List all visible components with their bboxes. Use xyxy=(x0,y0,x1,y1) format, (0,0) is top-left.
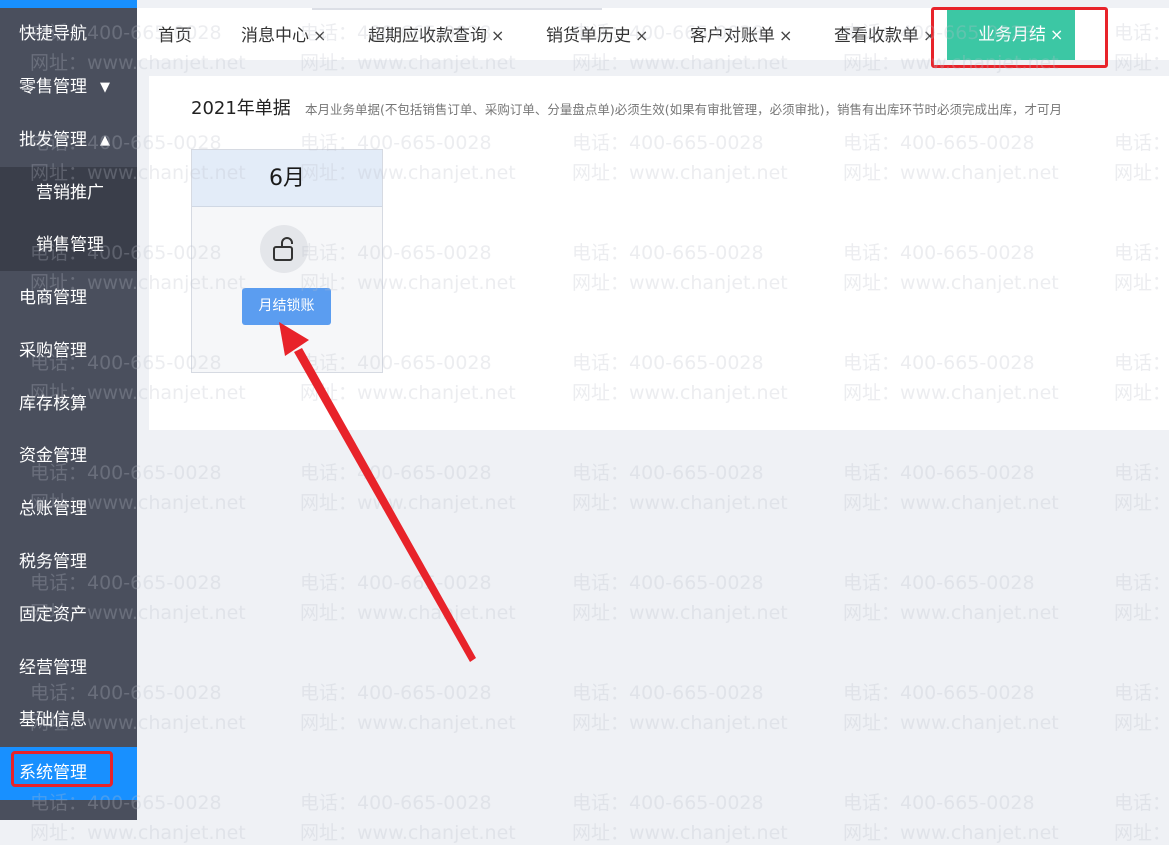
tab-label: 查看收款单 xyxy=(834,26,919,46)
wholesale-submenu: 营销推广 销售管理 xyxy=(0,167,137,271)
sidebar-item-label: 库存核算 xyxy=(19,394,87,414)
highlight-box xyxy=(11,751,113,787)
sidebar-item-label: 批发管理 xyxy=(19,130,87,150)
sidebar-item-label: 快捷导航 xyxy=(19,24,87,44)
watermark-phone: 电话：400-665-0028 xyxy=(572,682,764,704)
tab-label: 超期应收款查询 xyxy=(368,26,487,46)
sidebar-item-label: 基础信息 xyxy=(19,710,87,730)
close-icon[interactable]: × xyxy=(491,26,504,45)
tab-label: 销货单历史 xyxy=(546,26,631,46)
sidebar-item-label: 资金管理 xyxy=(19,446,87,466)
tab-bar: 首页 消息中心 × 超期应收款查询 × 销货单历史 × 客户对账单 × 查看收款单 × 业… xyxy=(137,8,1169,60)
tab-label: 首页 xyxy=(158,26,192,46)
watermark-site: 网址：www.chanjet.net xyxy=(572,602,788,624)
watermark-phone: 电话：400-665-0028 xyxy=(300,682,492,704)
sidebar-item-purchase[interactable]: 采购管理 xyxy=(0,325,137,378)
watermark-phone: 电话：400-665-0028 xyxy=(843,792,1035,814)
sidebar-subitem-marketing[interactable]: 营销推广 xyxy=(0,167,137,219)
tab-monthly-closing[interactable]: 业务月结 × xyxy=(947,8,1076,60)
tab-messages[interactable]: 消息中心 × xyxy=(241,8,326,60)
watermark-site: 网址：www.chanjet.net xyxy=(300,602,516,624)
closing-note: 本月业务单据(不包括销售订单、采购订单、分量盘点单)必须生效(如果有审批管理，必… xyxy=(305,102,1063,117)
watermark-phone: 电话：400-665-0028 xyxy=(1114,572,1169,594)
watermark-site: 网址：www.chanjet.net xyxy=(572,822,788,844)
watermark-site: 网址：www.chanjet.net xyxy=(843,492,1059,514)
watermark-phone: 电话：400-665-0028 xyxy=(300,462,492,484)
watermark-site: 网址：www.chanjet.net xyxy=(30,822,246,844)
tab-label: 业务月结 xyxy=(978,25,1046,45)
tab-overdue-receivables[interactable]: 超期应收款查询 × xyxy=(368,8,504,60)
watermark-phone: 电话：400-665-0028 xyxy=(300,792,492,814)
watermark-phone: 电话：400-665-0028 xyxy=(572,792,764,814)
watermark-site: 网址：www.chanjet.net xyxy=(572,492,788,514)
watermark-phone: 电话：400-665-0028 xyxy=(300,572,492,594)
close-icon[interactable]: × xyxy=(779,26,792,45)
sidebar: 快捷导航 零售管理 ▼ 批发管理 ▲ 营销推广 销售管理 电商管理 采购管理 库存核… xyxy=(0,0,137,820)
watermark-site: 网址：www.chanjet.net xyxy=(1114,492,1169,514)
close-icon[interactable]: × xyxy=(313,26,326,45)
sidebar-item-fixed-assets[interactable]: 固定资产 xyxy=(0,589,137,642)
watermark-phone: 电话：400-665-0028 xyxy=(843,462,1035,484)
sidebar-subitem-sales[interactable]: 销售管理 xyxy=(0,219,137,271)
chevron-up-icon: ▲ xyxy=(100,133,110,148)
watermark-site: 网址：www.chanjet.net xyxy=(300,712,516,734)
sidebar-item-tax[interactable]: 税务管理 xyxy=(0,536,137,589)
tab-label: 消息中心 xyxy=(241,26,309,46)
watermark-phone: 电话：400-665-0028 xyxy=(843,572,1035,594)
sidebar-subitem-label: 营销推广 xyxy=(36,183,104,203)
sidebar-top-strip xyxy=(0,0,137,8)
close-icon[interactable]: × xyxy=(1050,25,1063,44)
watermark-phone: 电话：400-665-0028 xyxy=(1114,792,1169,814)
sidebar-item-ecommerce[interactable]: 电商管理 xyxy=(0,272,137,325)
sidebar-item-label: 总账管理 xyxy=(19,499,87,519)
watermark-site: 网址：www.chanjet.net xyxy=(1114,602,1169,624)
year-title: 2021年单据 xyxy=(191,98,291,119)
sidebar-item-basic-info[interactable]: 基础信息 xyxy=(0,694,137,747)
watermark-phone: 电话：400-665-0028 xyxy=(843,682,1035,704)
sidebar-item-quick-nav[interactable]: 快捷导航 xyxy=(0,8,137,61)
sidebar-item-operations[interactable]: 经营管理 xyxy=(0,642,137,695)
unlock-icon xyxy=(260,225,308,273)
sidebar-item-label: 采购管理 xyxy=(19,341,87,361)
month-lock-button[interactable]: 月结锁账 xyxy=(242,288,331,325)
unlock-icon-graphic xyxy=(273,237,293,261)
tab-label: 客户对账单 xyxy=(690,26,775,46)
tab-customer-statement[interactable]: 客户对账单 × xyxy=(690,8,792,60)
sidebar-item-label: 固定资产 xyxy=(19,605,87,625)
sidebar-item-funds[interactable]: 资金管理 xyxy=(0,430,137,483)
watermark-site: 网址：www.chanjet.net xyxy=(300,492,516,514)
sidebar-item-label: 电商管理 xyxy=(19,288,87,308)
watermark-site: 网址：www.chanjet.net xyxy=(1114,712,1169,734)
watermark-site: 网址：www.chanjet.net xyxy=(1114,822,1169,844)
watermark-phone: 电话：400-665-0028 xyxy=(1114,682,1169,704)
watermark-phone: 电话：400-665-0028 xyxy=(1114,462,1169,484)
sidebar-item-ledger[interactable]: 总账管理 xyxy=(0,483,137,536)
chevron-down-icon: ▼ xyxy=(100,80,110,95)
watermark-site: 网址：www.chanjet.net xyxy=(843,712,1059,734)
sidebar-item-label: 经营管理 xyxy=(19,658,87,678)
month-label: 6月 xyxy=(192,150,382,207)
tab-home[interactable]: 首页 xyxy=(158,8,192,60)
watermark-site: 网址：www.chanjet.net xyxy=(843,822,1059,844)
close-icon[interactable]: × xyxy=(635,26,648,45)
sidebar-item-label: 零售管理 xyxy=(19,77,87,97)
tab-sales-history[interactable]: 销货单历史 × xyxy=(546,8,648,60)
tab-receipts[interactable]: 查看收款单 × xyxy=(834,8,936,60)
sidebar-item-wholesale[interactable]: 批发管理 ▲ xyxy=(0,114,137,167)
sidebar-item-system[interactable]: 系统管理 xyxy=(0,747,137,800)
close-icon[interactable]: × xyxy=(923,26,936,45)
sidebar-item-retail[interactable]: 零售管理 ▼ xyxy=(0,61,137,114)
watermark-site: 网址：www.chanjet.net xyxy=(300,822,516,844)
watermark-phone: 电话：400-665-0028 xyxy=(572,572,764,594)
sidebar-item-label: 税务管理 xyxy=(19,552,87,572)
watermark-site: 网址：www.chanjet.net xyxy=(572,712,788,734)
monthly-closing-panel: 2021年单据 本月业务单据(不包括销售订单、采购订单、分量盘点单)必须生效(如… xyxy=(149,76,1169,430)
sidebar-item-inventory[interactable]: 库存核算 xyxy=(0,378,137,431)
sidebar-subitem-label: 销售管理 xyxy=(36,235,104,255)
month-card: 6月 月结锁账 xyxy=(191,149,383,373)
watermark-site: 网址：www.chanjet.net xyxy=(843,602,1059,624)
watermark-phone: 电话：400-665-0028 xyxy=(572,462,764,484)
